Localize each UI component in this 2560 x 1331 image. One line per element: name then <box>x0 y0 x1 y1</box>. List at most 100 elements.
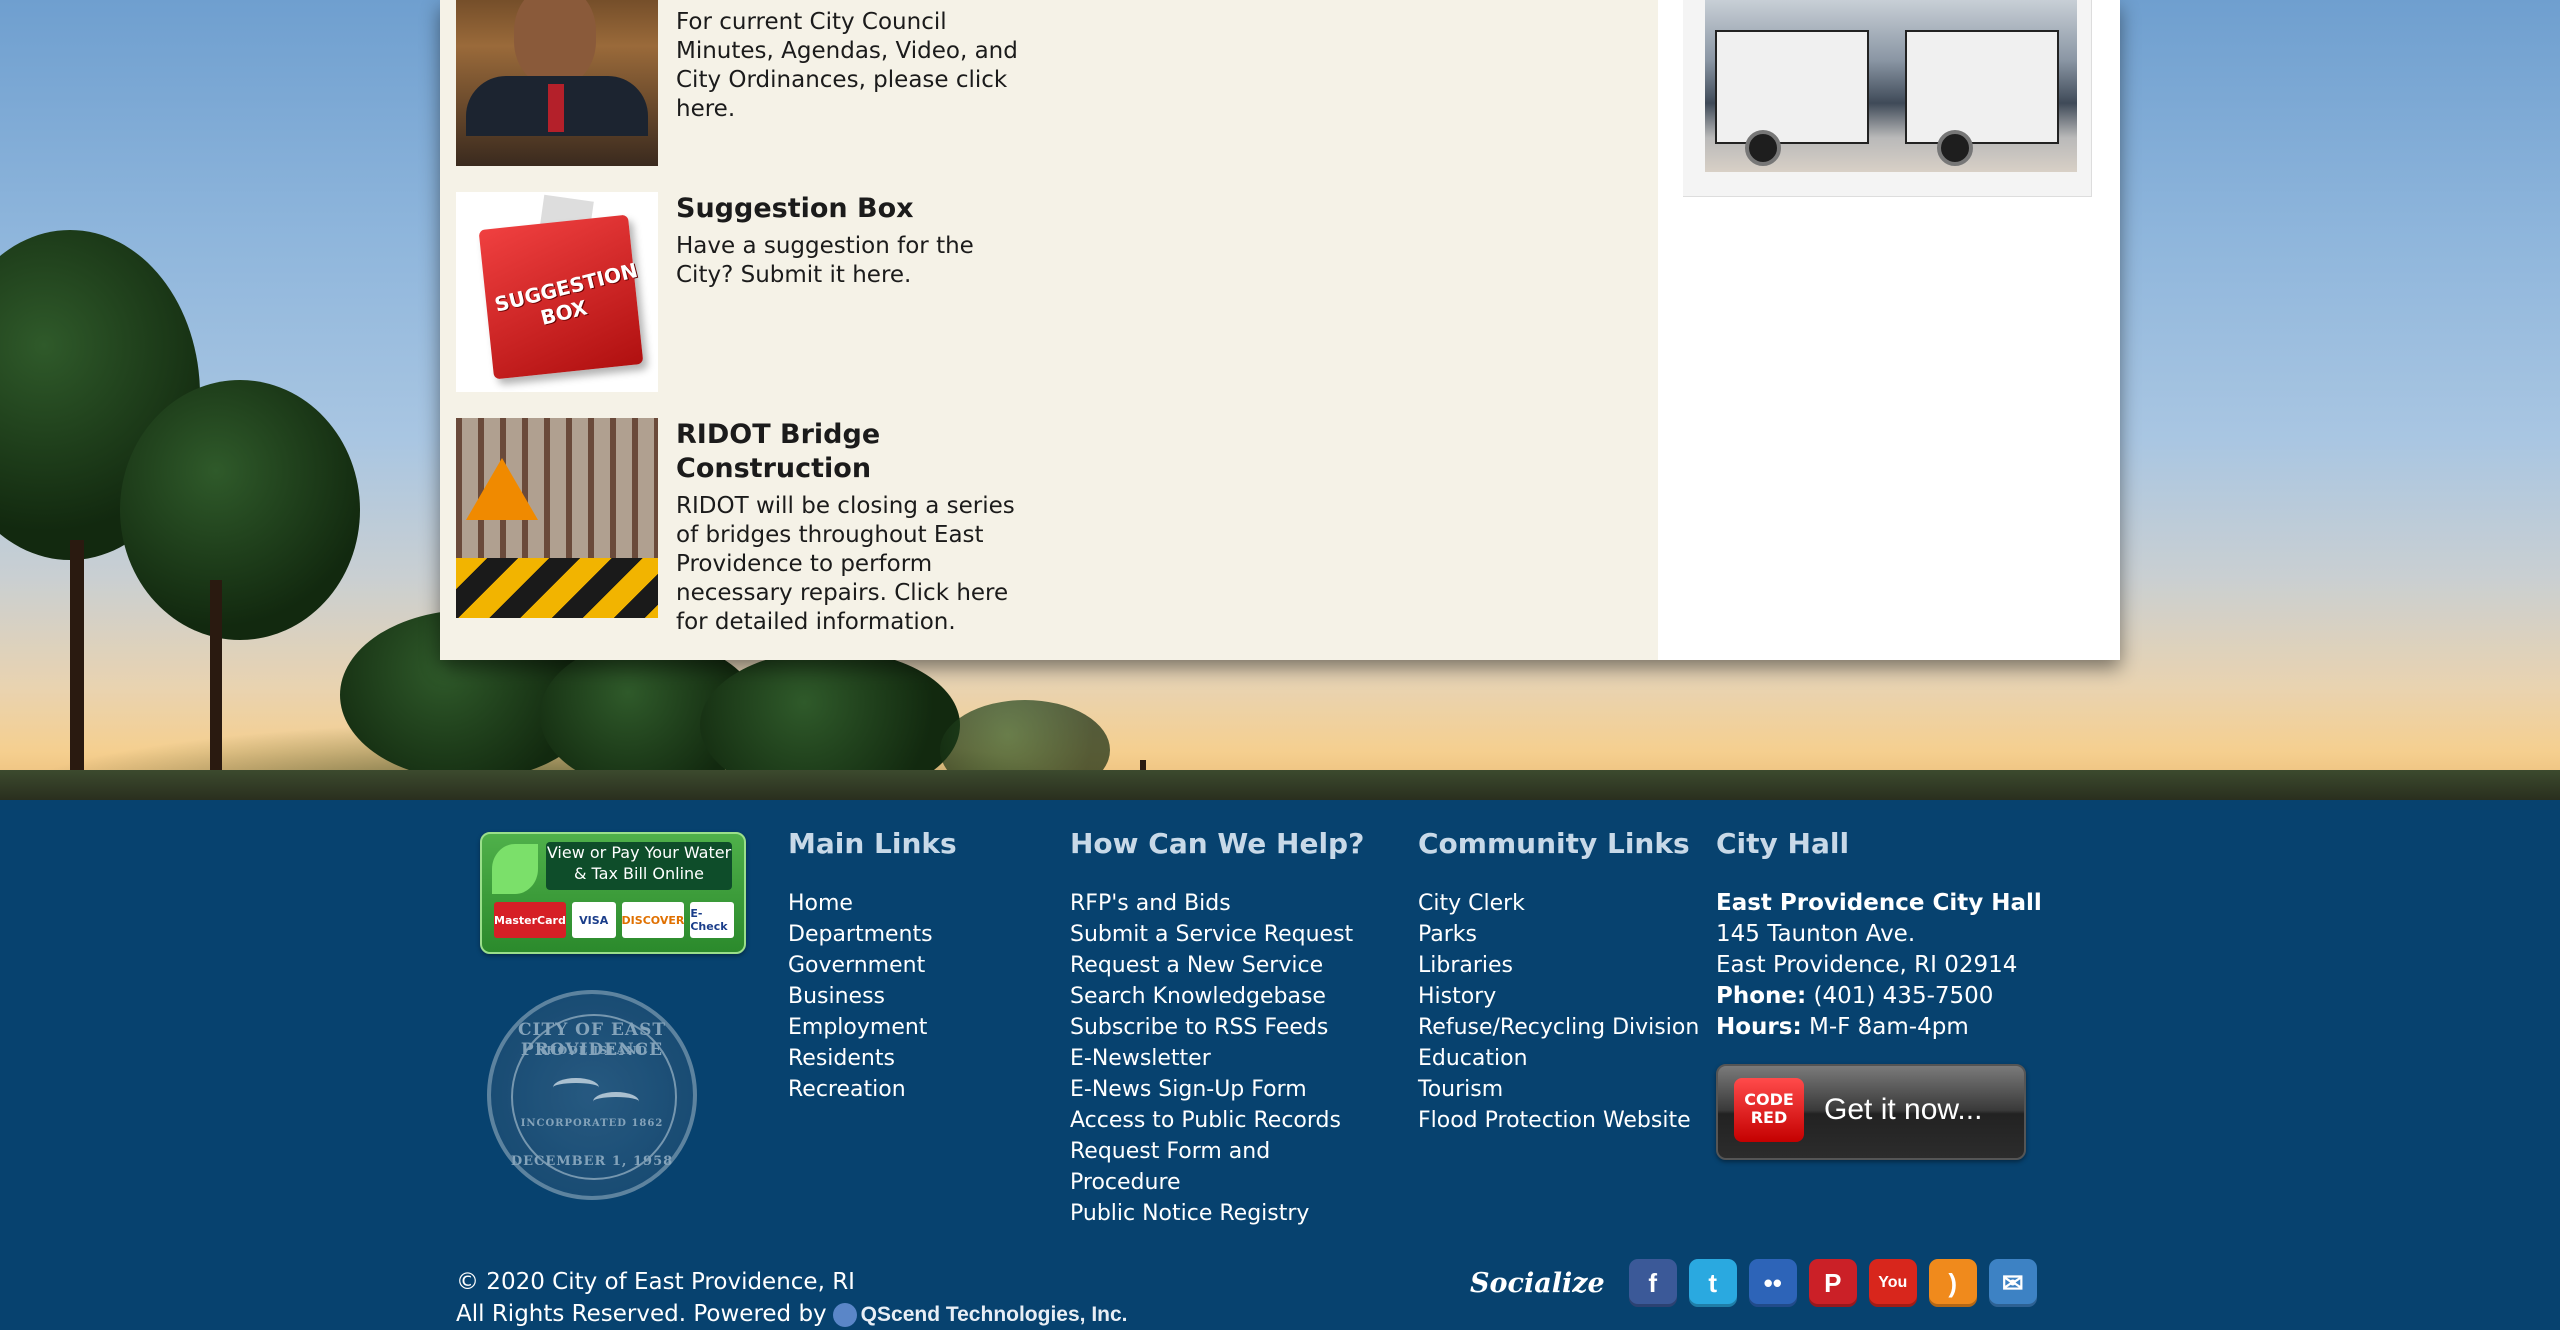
truck-wheel <box>1745 130 1781 166</box>
seal-bird-icon <box>553 1078 599 1097</box>
footer-link-request-form[interactable]: Request Form and <box>1070 1136 1364 1167</box>
main-links-heading: Main Links <box>788 827 957 860</box>
footer-link-rfps[interactable]: RFP's and Bids <box>1070 888 1364 919</box>
footer-link-departments[interactable]: Departments <box>788 919 957 950</box>
socialize-label: Socialize <box>1470 1267 1605 1299</box>
email-icon[interactable]: ✉ <box>1988 1259 2037 1307</box>
background-trunk <box>210 580 222 780</box>
footer-link-employment[interactable]: Employment <box>788 1012 957 1043</box>
background-tree <box>120 380 360 640</box>
main-links-column: Main Links Home Departments Government B… <box>788 826 957 1105</box>
footer-link-libraries[interactable]: Libraries <box>1418 950 1699 981</box>
content-panel: For current City Council Minutes, Agenda… <box>440 0 2120 660</box>
powered-by-line: All Rights Reserved. Powered by QScend Te… <box>456 1298 1128 1331</box>
pay-bill-button[interactable]: View or Pay Your Water & Tax Bill Online… <box>480 832 746 954</box>
footer-link-procedure[interactable]: Procedure <box>1070 1167 1364 1198</box>
council-member-tie <box>548 84 564 132</box>
footer-link-tourism[interactable]: Tourism <box>1418 1074 1699 1105</box>
hours-label: Hours: <box>1716 1014 1802 1040</box>
suggestion-box-image[interactable]: SUGGESTION BOX <box>456 192 658 392</box>
sidebar-photo-frame <box>1683 0 2092 197</box>
facebook-icon[interactable]: f <box>1628 1259 1677 1307</box>
council-member-photo[interactable] <box>456 0 658 166</box>
code-red-logo: CODE RED <box>1734 1078 1804 1142</box>
city-hall-column: City Hall East Providence City Hall 145 … <box>1716 826 2042 1043</box>
footer-link-new-service[interactable]: Request a New Service <box>1070 950 1364 981</box>
qscend-link[interactable]: QScend Technologies, Inc. <box>861 1303 1128 1326</box>
copyright: © 2020 City of East Providence, RI All R… <box>456 1266 1128 1331</box>
social-bar: Socialize f t •• P You ) ✉ <box>1470 1258 2037 1308</box>
suggestion-box-text: Suggestion Box Have a suggestion for the… <box>676 192 1036 290</box>
twitter-icon[interactable]: t <box>1688 1259 1737 1307</box>
suggestion-box-title[interactable]: Suggestion Box <box>676 192 1036 226</box>
slow-down-sign <box>466 458 538 520</box>
footer-link-public-notice[interactable]: Public Notice Registry <box>1070 1198 1364 1229</box>
truck-left <box>1715 30 1869 144</box>
code-red-logo-bottom: RED <box>1750 1108 1788 1127</box>
code-red-label: Get it now... <box>1824 1093 1983 1126</box>
footer-link-flood-protection[interactable]: Flood Protection Website <box>1418 1105 1699 1136</box>
footer-link-history[interactable]: History <box>1418 981 1699 1012</box>
visa-icon: VISA <box>571 902 616 938</box>
main-links-list: Home Departments Government Business Emp… <box>788 888 957 1105</box>
footer-link-home[interactable]: Home <box>788 888 957 919</box>
footer-link-enewsletter[interactable]: E-Newsletter <box>1070 1043 1364 1074</box>
code-red-button[interactable]: CODE RED Get it now... <box>1716 1064 2026 1160</box>
leaf-icon <box>492 844 538 894</box>
footer-link-education[interactable]: Education <box>1418 1043 1699 1074</box>
footer-link-business[interactable]: Business <box>788 981 957 1012</box>
seal-bird-icon <box>593 1092 639 1111</box>
rss-icon[interactable]: ) <box>1928 1259 1977 1307</box>
city-hall-city: East Providence, RI 02914 <box>1716 952 2018 978</box>
council-description[interactable]: For current City Council Minutes, Agenda… <box>676 8 1036 124</box>
background-shoreline <box>0 770 2560 800</box>
qscend-icon <box>832 1302 857 1327</box>
footer-link-public-records[interactable]: Access to Public Records <box>1070 1105 1364 1136</box>
suggestion-box-description: Have a suggestion for the City? Submit i… <box>676 233 974 288</box>
city-seal: CITY OF EAST PROVIDENCE RHODE ISLAND INC… <box>487 990 697 1200</box>
footer-link-enews-signup[interactable]: E-News Sign-Up Form <box>1070 1074 1364 1105</box>
sidebar-column <box>1658 0 2120 660</box>
ridot-text: RIDOT Bridge Construction RIDOT will be … <box>676 418 1036 637</box>
copyright-line: © 2020 City of East Providence, RI <box>456 1269 855 1295</box>
phone-number[interactable]: (401) 435-7500 <box>1814 983 1994 1009</box>
flickr-icon[interactable]: •• <box>1748 1259 1797 1307</box>
pay-bill-label: View or Pay Your Water & Tax Bill Online <box>546 842 732 890</box>
city-seal-date: DECEMBER 1, 1958 <box>510 1154 674 1169</box>
footer-link-rss[interactable]: Subscribe to RSS Feeds <box>1070 1012 1364 1043</box>
mastercard-icon: MasterCard <box>494 902 566 938</box>
help-list: RFP's and Bids Submit a Service Request … <box>1070 888 1364 1229</box>
city-hall-heading: City Hall <box>1716 827 1850 860</box>
youtube-icon[interactable]: You <box>1868 1259 1917 1307</box>
footer-link-residents[interactable]: Residents <box>788 1043 957 1074</box>
city-hall-street: 145 Taunton Ave. <box>1716 921 1916 947</box>
truck-right <box>1905 30 2059 144</box>
ridot-bridge-image[interactable] <box>456 418 658 618</box>
help-heading: How Can We Help? <box>1070 827 1365 860</box>
city-hall-hours: Hours: M-F 8am-4pm <box>1716 1012 2042 1043</box>
payment-cards: MasterCard VISA DISCOVER E-Check <box>494 902 735 938</box>
community-column: Community Links City Clerk Parks Librari… <box>1418 826 1699 1136</box>
help-column: How Can We Help? RFP's and Bids Submit a… <box>1070 826 1364 1229</box>
pinterest-icon[interactable]: P <box>1808 1259 1857 1307</box>
footer-link-parks[interactable]: Parks <box>1418 919 1699 950</box>
news-column: For current City Council Minutes, Agenda… <box>440 0 1658 660</box>
council-member-face <box>514 0 596 86</box>
city-hall-name: East Providence City Hall <box>1716 890 2042 916</box>
ridot-title[interactable]: RIDOT Bridge Construction <box>676 418 1036 486</box>
footer-link-recreation[interactable]: Recreation <box>788 1074 957 1105</box>
background-trunk <box>70 540 84 780</box>
footer-link-knowledgebase[interactable]: Search Knowledgebase <box>1070 981 1364 1012</box>
city-hall-phone: Phone: (401) 435-7500 <box>1716 981 2042 1012</box>
construction-barrier <box>456 558 658 618</box>
footer-link-service-request[interactable]: Submit a Service Request <box>1070 919 1364 950</box>
city-seal-incorporated: INCORPORATED 1862 <box>520 1118 664 1129</box>
footer-link-refuse-recycling[interactable]: Refuse/Recycling Division <box>1418 1012 1699 1043</box>
footer-link-city-clerk[interactable]: City Clerk <box>1418 888 1699 919</box>
echeck-icon: E-Check <box>690 902 735 938</box>
site-footer: View or Pay Your Water & Tax Bill Online… <box>0 800 2560 1330</box>
footer-link-government[interactable]: Government <box>788 950 957 981</box>
code-red-logo-top: CODE <box>1744 1090 1794 1109</box>
street-sweeper-photo[interactable] <box>1705 0 2077 172</box>
community-list: City Clerk Parks Libraries History Refus… <box>1418 888 1699 1136</box>
